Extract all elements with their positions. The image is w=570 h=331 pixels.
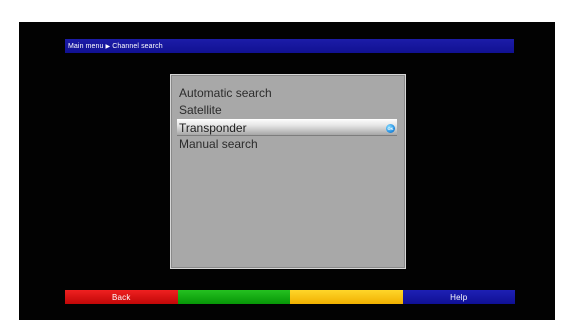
function-key-bar: Back Help — [65, 290, 515, 304]
yellow-function-button[interactable] — [290, 290, 403, 304]
breadcrumb-parent: Main menu — [68, 42, 104, 50]
menu-item-manual-search[interactable]: Manual search — [177, 136, 397, 153]
help-label: Help — [450, 292, 468, 302]
photo-frame: Main menu ▶ Channel search Automatic sea… — [0, 0, 570, 331]
blue-help-button[interactable]: Help — [402, 290, 515, 304]
menu-item-automatic-search[interactable]: Automatic search — [177, 85, 397, 102]
tv-screen: Main menu ▶ Channel search Automatic sea… — [19, 22, 555, 320]
breadcrumb-current: Channel search — [112, 42, 163, 50]
green-function-button[interactable] — [177, 290, 290, 304]
menu-item-label: Transponder — [179, 121, 247, 135]
back-label: Back — [111, 292, 131, 302]
menu-item-satellite[interactable]: Satellite — [177, 102, 397, 119]
menu-item-label: Satellite — [179, 103, 222, 117]
red-back-button[interactable]: Back — [65, 290, 178, 304]
menu-list: Automatic search Satellite Transponder O… — [177, 85, 397, 153]
menu-item-label: Manual search — [179, 137, 258, 151]
ok-button-icon: OK — [386, 124, 395, 133]
breadcrumb-arrow-icon: ▶ — [105, 43, 111, 50]
breadcrumb: Main menu ▶ Channel search — [65, 39, 514, 53]
menu-item-transponder[interactable]: Transponder OK — [177, 119, 397, 136]
menu-item-label: Automatic search — [179, 86, 272, 100]
channel-search-menu: Automatic search Satellite Transponder O… — [170, 74, 406, 269]
